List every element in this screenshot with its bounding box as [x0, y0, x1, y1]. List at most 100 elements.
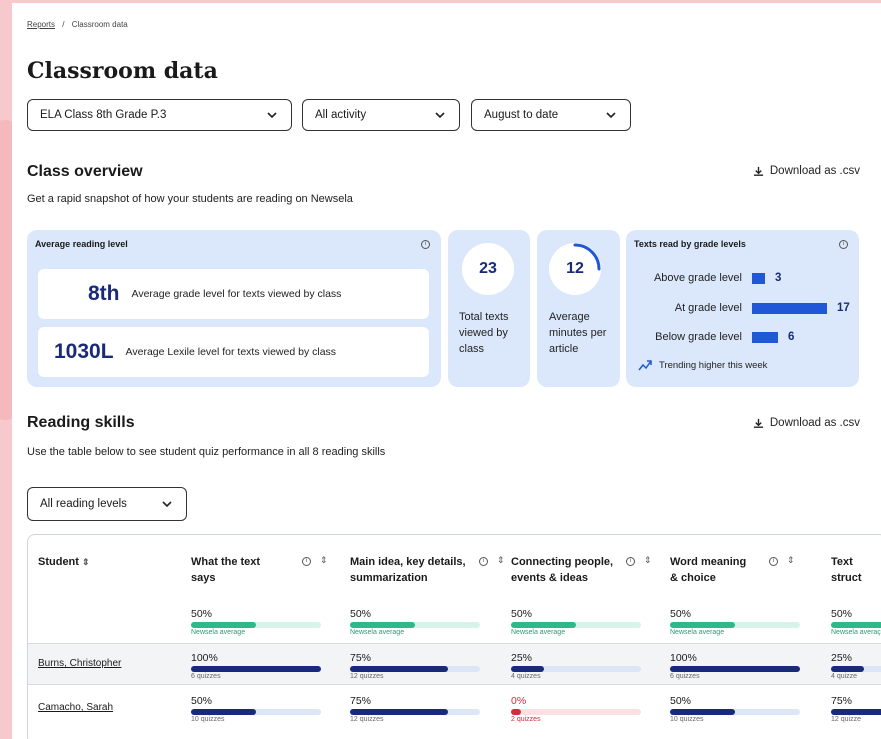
chevron-down-icon [435, 112, 445, 119]
column-header-text-structure[interactable]: Text struct [831, 554, 862, 586]
grade-levels-title: Texts read by grade levels [634, 239, 746, 249]
chevron-down-icon [162, 501, 172, 508]
column-header-label: Connecting people, [511, 556, 614, 568]
skill-percent: 100% [670, 652, 697, 664]
average-label: Newsela average [191, 629, 246, 636]
column-header-student[interactable]: Student ⇕ [38, 554, 90, 570]
column-header-label: Text [831, 556, 853, 568]
quiz-count: 12 quizzes [350, 716, 384, 723]
skill-progress-fill [511, 622, 576, 628]
info-icon[interactable]: i [479, 557, 488, 566]
overview-download-button[interactable]: Download as .csv [753, 165, 860, 177]
column-header-what-text-says[interactable]: What the text says [191, 554, 260, 586]
skill-percent: 50% [191, 608, 213, 620]
reading-level-select[interactable]: All reading levels [27, 487, 187, 521]
skill-progress-bar [350, 709, 480, 715]
grade-label-above: Above grade level [653, 272, 742, 284]
skill-progress-bar [511, 622, 641, 628]
info-icon[interactable]: i [302, 557, 311, 566]
info-icon[interactable]: i [421, 240, 430, 249]
average-minutes-label-line: Average [549, 311, 590, 323]
class-overview-title: Class overview [27, 163, 143, 180]
skill-progress-bar [191, 666, 321, 672]
chevron-down-icon [267, 112, 277, 119]
quiz-count: 2 quizzes [511, 716, 541, 723]
student-name-link[interactable]: Burns, Christopher [38, 658, 121, 669]
skill-progress-fill [670, 622, 735, 628]
table-row: Camacho, Sarah 50% 10 quizzes 75% 12 quizze… [28, 684, 881, 729]
total-texts-label-line: class [459, 343, 485, 355]
grade-value-at: 17 [837, 302, 850, 314]
total-texts-card: 23 Total texts viewed by class [448, 230, 530, 387]
reading-skills-table: Student ⇕ What the text says i ⇕ Main ide… [27, 534, 881, 739]
info-icon[interactable]: i [626, 557, 635, 566]
total-texts-label: Total texts viewed by class [459, 309, 509, 357]
download-icon [753, 418, 763, 428]
skill-progress-fill [350, 666, 448, 672]
main-page: Reports / Classroom data Classroom data … [12, 3, 881, 739]
skills-download-button[interactable]: Download as .csv [753, 417, 860, 429]
skill-progress-bar [831, 622, 881, 628]
student-name-link[interactable]: Camacho, Sarah [38, 702, 113, 713]
chevron-down-icon [606, 112, 616, 119]
skill-percent: 50% [350, 608, 372, 620]
skill-progress-bar [511, 666, 641, 672]
reading-level-select-value: All reading levels [40, 498, 127, 510]
quiz-count: 12 quizzes [350, 673, 384, 680]
skill-progress-bar [831, 709, 881, 715]
class-select[interactable]: ELA Class 8th Grade P.3 [27, 99, 292, 131]
total-texts-value: 23 [462, 243, 514, 295]
total-texts-label-line: viewed by [459, 327, 508, 339]
total-texts-label-line: Total texts [459, 311, 509, 323]
grade-level-desc: Average grade level for texts viewed by … [131, 288, 342, 300]
grade-value-below: 6 [788, 331, 795, 343]
skill-percent: 75% [831, 695, 853, 707]
sort-icon[interactable]: ⇕ [82, 557, 90, 567]
info-icon[interactable]: i [839, 240, 848, 249]
column-header-label: Word meaning [670, 556, 747, 568]
skill-percent: 50% [670, 608, 692, 620]
skills-download-label: Download as .csv [769, 417, 860, 429]
skill-progress-fill [350, 709, 448, 715]
skill-progress-bar [670, 709, 800, 715]
column-header-main-idea[interactable]: Main idea, key details, summarization [350, 554, 466, 586]
column-header-word-meaning[interactable]: Word meaning & choice [670, 554, 746, 586]
average-reading-level-title: Average reading level [35, 239, 128, 249]
average-minutes-label-line: minutes per [549, 327, 607, 339]
column-header-label: What the text [191, 556, 261, 568]
breadcrumb-current: Classroom data [71, 20, 128, 29]
sort-icon[interactable]: ⇕ [644, 555, 652, 566]
table-row: Burns, Christopher 100% 6 quizzes 75% 12 qu… [28, 643, 881, 684]
info-icon[interactable]: i [769, 557, 778, 566]
lexile-level-value: 1030L [54, 340, 114, 363]
skill-progress-bar [670, 666, 800, 672]
quiz-count: 12 quizze [831, 716, 861, 723]
quiz-count: 4 quizze [831, 673, 858, 680]
average-label: Newsela averaç [831, 629, 881, 636]
quiz-count: 6 quizzes [191, 673, 221, 680]
skill-percent: 50% [670, 695, 692, 707]
sort-icon[interactable]: ⇕ [320, 555, 328, 566]
column-header-connecting[interactable]: Connecting people, events & ideas [511, 554, 613, 586]
minutes-progress-ring [573, 243, 601, 271]
grade-value-above: 3 [775, 272, 782, 284]
average-label: Newsela average [350, 629, 405, 636]
activity-select[interactable]: All activity [302, 99, 460, 131]
grade-label-below: Below grade level [655, 331, 742, 343]
skill-progress-fill [350, 622, 415, 628]
skill-percent: 100% [191, 652, 218, 664]
average-reading-level-card: Average reading level i 8th Average grad… [27, 230, 441, 387]
sort-icon[interactable]: ⇕ [787, 555, 795, 566]
sort-icon[interactable]: ⇕ [497, 555, 505, 566]
download-icon [753, 166, 763, 176]
date-range-select[interactable]: August to date [471, 99, 631, 131]
breadcrumb-link-reports[interactable]: Reports [27, 20, 55, 29]
column-header-label: struct [831, 572, 862, 584]
skill-percent: 75% [350, 652, 372, 664]
average-label: Newsela average [511, 629, 566, 636]
quiz-count: 4 quizzes [511, 673, 541, 680]
class-select-value: ELA Class 8th Grade P.3 [40, 109, 167, 121]
skill-progress-bar [831, 666, 881, 672]
column-header-label: says [191, 572, 216, 584]
average-minutes-label: Average minutes per article [549, 309, 606, 357]
